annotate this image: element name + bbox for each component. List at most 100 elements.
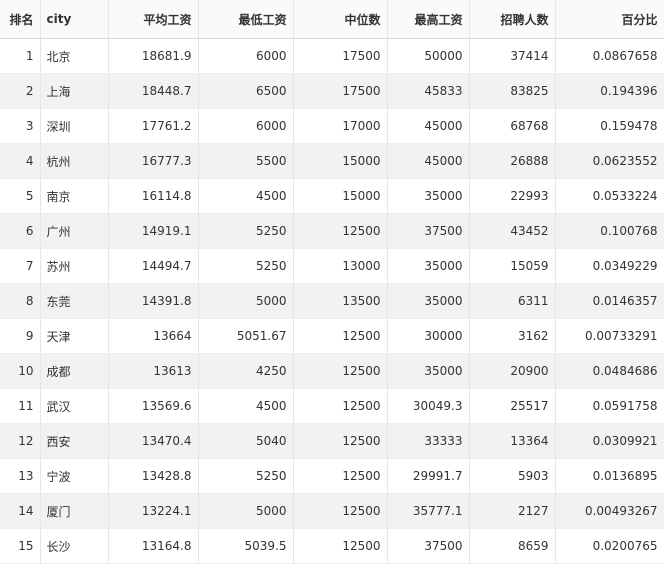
cell-avg-salary: 13224.1 — [108, 493, 199, 529]
cell-max-salary: 37500 — [387, 213, 470, 249]
cell-avg-salary: 13613 — [108, 353, 199, 389]
header-avg-salary[interactable]: 平均工资 — [108, 0, 199, 39]
cell-rank: 9 — [0, 318, 41, 354]
cell-median: 17500 — [293, 38, 388, 74]
cell-median: 13000 — [293, 248, 388, 284]
cell-median: 12500 — [293, 528, 388, 564]
cell-min-salary: 5040 — [198, 423, 294, 459]
cell-rank: 6 — [0, 213, 41, 249]
header-rank[interactable]: 排名 — [0, 0, 41, 39]
cell-percent: 0.0623552 — [555, 143, 664, 179]
salary-table: 排名 city 平均工资 最低工资 中位数 最高工资 招聘人数 百分比 1 北京… — [0, 0, 664, 564]
cell-min-salary: 4250 — [198, 353, 294, 389]
cell-city: 深圳 — [40, 108, 109, 144]
cell-city: 武汉 — [40, 388, 109, 424]
cell-city: 西安 — [40, 423, 109, 459]
table-row: 9 天津 13664 5051.67 12500 30000 3162 0.00… — [0, 318, 664, 354]
cell-median: 15000 — [293, 178, 388, 214]
cell-hire-count: 15059 — [469, 248, 556, 284]
cell-rank: 5 — [0, 178, 41, 214]
table-row: 7 苏州 14494.7 5250 13000 35000 15059 0.03… — [0, 248, 664, 284]
cell-percent: 0.194396 — [555, 73, 664, 109]
cell-avg-salary: 13664 — [108, 318, 199, 354]
cell-percent: 0.0200765 — [555, 528, 664, 564]
cell-median: 12500 — [293, 213, 388, 249]
cell-median: 15000 — [293, 143, 388, 179]
cell-city: 杭州 — [40, 143, 109, 179]
cell-avg-salary: 14391.8 — [108, 283, 199, 319]
table-header: 排名 city 平均工资 最低工资 中位数 最高工资 招聘人数 百分比 — [0, 0, 664, 39]
cell-avg-salary: 18681.9 — [108, 38, 199, 74]
cell-avg-salary: 16114.8 — [108, 178, 199, 214]
cell-hire-count: 3162 — [469, 318, 556, 354]
cell-max-salary: 33333 — [387, 423, 470, 459]
cell-median: 12500 — [293, 458, 388, 494]
cell-max-salary: 35000 — [387, 353, 470, 389]
header-percent[interactable]: 百分比 — [555, 0, 664, 39]
cell-rank: 8 — [0, 283, 41, 319]
cell-max-salary: 35777.1 — [387, 493, 470, 529]
cell-min-salary: 5051.67 — [198, 318, 294, 354]
cell-rank: 12 — [0, 423, 41, 459]
cell-city: 上海 — [40, 73, 109, 109]
cell-city: 长沙 — [40, 528, 109, 564]
cell-hire-count: 43452 — [469, 213, 556, 249]
cell-avg-salary: 13569.6 — [108, 388, 199, 424]
cell-min-salary: 5250 — [198, 248, 294, 284]
cell-percent: 0.0533224 — [555, 178, 664, 214]
table-row: 8 东莞 14391.8 5000 13500 35000 6311 0.014… — [0, 283, 664, 319]
cell-min-salary: 5250 — [198, 213, 294, 249]
cell-hire-count: 22993 — [469, 178, 556, 214]
table-row: 11 武汉 13569.6 4500 12500 30049.3 25517 0… — [0, 388, 664, 424]
cell-hire-count: 83825 — [469, 73, 556, 109]
cell-median: 12500 — [293, 493, 388, 529]
table-row: 5 南京 16114.8 4500 15000 35000 22993 0.05… — [0, 178, 664, 214]
cell-min-salary: 6500 — [198, 73, 294, 109]
cell-hire-count: 5903 — [469, 458, 556, 494]
cell-city: 广州 — [40, 213, 109, 249]
cell-hire-count: 8659 — [469, 528, 556, 564]
cell-city: 北京 — [40, 38, 109, 74]
cell-rank: 3 — [0, 108, 41, 144]
cell-avg-salary: 13470.4 — [108, 423, 199, 459]
cell-median: 12500 — [293, 318, 388, 354]
cell-min-salary: 5039.5 — [198, 528, 294, 564]
cell-hire-count: 6311 — [469, 283, 556, 319]
cell-avg-salary: 16777.3 — [108, 143, 199, 179]
cell-city: 成都 — [40, 353, 109, 389]
cell-max-salary: 50000 — [387, 38, 470, 74]
cell-percent: 0.159478 — [555, 108, 664, 144]
table-row: 3 深圳 17761.2 6000 17000 45000 68768 0.15… — [0, 108, 664, 144]
cell-hire-count: 37414 — [469, 38, 556, 74]
header-min-salary[interactable]: 最低工资 — [198, 0, 294, 39]
cell-max-salary: 29991.7 — [387, 458, 470, 494]
cell-max-salary: 35000 — [387, 248, 470, 284]
cell-max-salary: 45833 — [387, 73, 470, 109]
header-city[interactable]: city — [40, 0, 109, 39]
cell-percent: 0.0867658 — [555, 38, 664, 74]
header-max-salary[interactable]: 最高工资 — [387, 0, 470, 39]
cell-avg-salary: 14919.1 — [108, 213, 199, 249]
cell-rank: 4 — [0, 143, 41, 179]
cell-rank: 1 — [0, 38, 41, 74]
header-median[interactable]: 中位数 — [293, 0, 388, 39]
header-row: 排名 city 平均工资 最低工资 中位数 最高工资 招聘人数 百分比 — [0, 0, 664, 39]
cell-min-salary: 6000 — [198, 38, 294, 74]
cell-avg-salary: 18448.7 — [108, 73, 199, 109]
header-hire-count[interactable]: 招聘人数 — [469, 0, 556, 39]
cell-median: 13500 — [293, 283, 388, 319]
cell-min-salary: 5250 — [198, 458, 294, 494]
table-row: 4 杭州 16777.3 5500 15000 45000 26888 0.06… — [0, 143, 664, 179]
table-row: 2 上海 18448.7 6500 17500 45833 83825 0.19… — [0, 73, 664, 109]
cell-min-salary: 5000 — [198, 283, 294, 319]
cell-rank: 10 — [0, 353, 41, 389]
cell-hire-count: 68768 — [469, 108, 556, 144]
table-row: 10 成都 13613 4250 12500 35000 20900 0.048… — [0, 353, 664, 389]
cell-hire-count: 2127 — [469, 493, 556, 529]
cell-avg-salary: 13428.8 — [108, 458, 199, 494]
cell-min-salary: 4500 — [198, 388, 294, 424]
table-row: 14 厦门 13224.1 5000 12500 35777.1 2127 0.… — [0, 493, 664, 529]
cell-avg-salary: 14494.7 — [108, 248, 199, 284]
cell-percent: 0.0146357 — [555, 283, 664, 319]
cell-hire-count: 13364 — [469, 423, 556, 459]
